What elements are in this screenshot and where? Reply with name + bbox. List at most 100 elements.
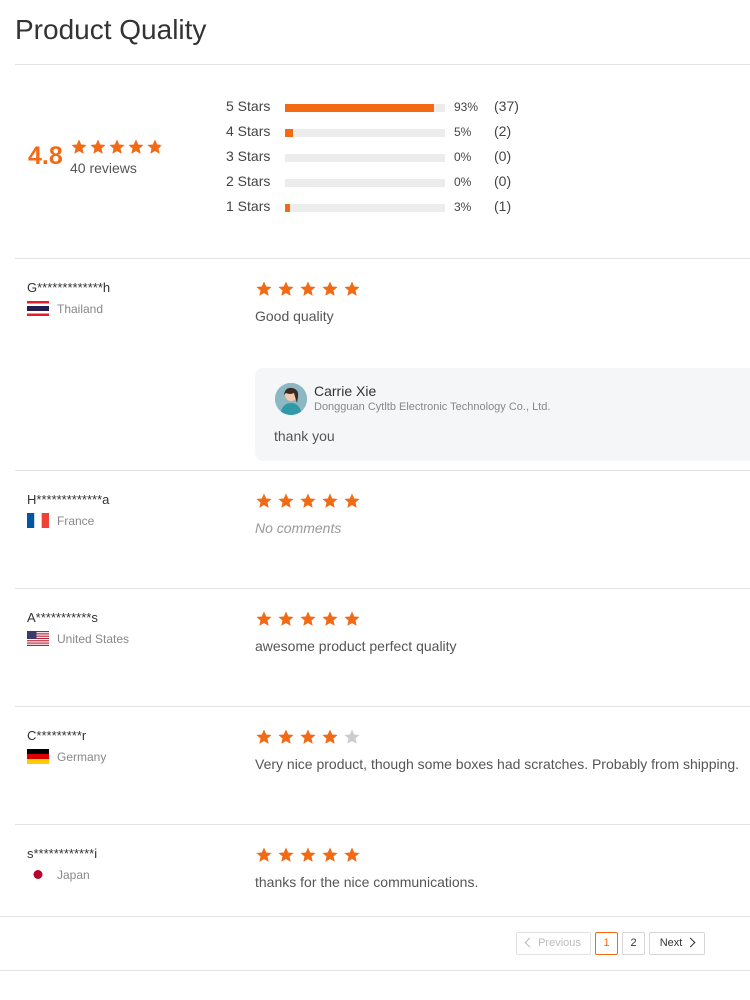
star-icon	[255, 728, 273, 746]
star-icon	[321, 846, 339, 864]
divider	[15, 824, 750, 825]
reviewer-country: Japan	[27, 867, 90, 883]
star-icon	[108, 138, 126, 156]
average-stars	[70, 138, 164, 156]
previous-button[interactable]: Previous	[516, 932, 591, 955]
page-button-2[interactable]: 2	[622, 932, 645, 955]
chevron-left-icon	[524, 937, 535, 948]
reviewer-name: C*********r	[27, 728, 87, 743]
review-stars	[255, 492, 361, 510]
divider	[15, 588, 750, 589]
reply-company: Dongguan Cytltb Electronic Technology Co…	[314, 401, 551, 413]
chevron-right-icon	[685, 937, 696, 948]
star-icon	[299, 492, 317, 510]
france-flag-icon	[27, 513, 49, 529]
breakdown-count: (37)	[494, 98, 519, 114]
next-button[interactable]: Next	[649, 932, 705, 955]
star-icon	[343, 492, 361, 510]
breakdown-label: 5 Stars	[226, 98, 271, 114]
breakdown-label: 1 Stars	[226, 198, 271, 214]
star-icon	[299, 728, 317, 746]
breakdown-bar	[285, 129, 445, 137]
breakdown-count: (1)	[494, 198, 512, 214]
breakdown-bar-fill	[285, 204, 290, 212]
star-icon	[343, 846, 361, 864]
star-icon	[343, 728, 361, 746]
country-name: Thailand	[57, 302, 104, 316]
reviewer-country: Thailand	[27, 301, 104, 317]
breakdown-row-4[interactable]: 4 Stars 5% (2)	[226, 123, 546, 141]
breakdown-bar-fill	[285, 129, 293, 137]
reviewer-name: A***********s	[27, 610, 98, 625]
country-name: Japan	[57, 868, 90, 882]
country-name: France	[57, 514, 95, 528]
star-icon	[299, 846, 317, 864]
reply-author: Carrie Xie	[314, 383, 377, 399]
pagination: Previous 1 2 Next	[0, 932, 750, 956]
star-icon	[321, 280, 339, 298]
thailand-flag-icon	[27, 301, 49, 317]
divider	[15, 706, 750, 707]
star-icon	[89, 138, 107, 156]
breakdown-label: 4 Stars	[226, 123, 271, 139]
country-name: Germany	[57, 750, 107, 764]
review-count: 40 reviews	[70, 160, 137, 176]
star-icon	[277, 846, 295, 864]
breakdown-row-3[interactable]: 3 Stars 0% (0)	[226, 148, 546, 166]
breakdown-percent: 0%	[454, 150, 472, 164]
review-stars	[255, 728, 361, 746]
breakdown-row-1[interactable]: 1 Stars 3% (1)	[226, 198, 546, 216]
reviewer-country: France	[27, 513, 95, 529]
breakdown-count: (2)	[494, 123, 512, 139]
country-name: United States	[57, 632, 130, 646]
star-icon	[255, 280, 273, 298]
star-icon	[255, 846, 273, 864]
reviewer-country: Germany	[27, 749, 107, 765]
star-icon	[321, 492, 339, 510]
review-text: No comments	[255, 520, 342, 536]
breakdown-percent: 93%	[454, 100, 479, 114]
seller-reply: Carrie Xie Dongguan Cytltb Electronic Te…	[255, 368, 750, 461]
breakdown-percent: 3%	[454, 200, 472, 214]
star-icon	[127, 138, 145, 156]
reviewer-country: United States	[27, 631, 130, 647]
reviewer-name: H*************a	[27, 492, 110, 507]
page-title: Product Quality	[15, 14, 207, 45]
breakdown-row-2[interactable]: 2 Stars 0% (0)	[226, 173, 546, 191]
review-stars	[255, 610, 361, 628]
breakdown-count: (0)	[494, 148, 512, 164]
reply-text: thank you	[274, 428, 335, 444]
breakdown-count: (0)	[494, 173, 512, 189]
breakdown-percent: 5%	[454, 125, 472, 139]
star-icon	[299, 610, 317, 628]
next-label: Next	[659, 937, 683, 949]
breakdown-percent: 0%	[454, 175, 472, 189]
star-icon	[277, 610, 295, 628]
star-icon	[70, 138, 88, 156]
review-text: Good quality	[255, 308, 334, 324]
star-icon	[277, 492, 295, 510]
review-text: awesome product perfect quality	[255, 638, 457, 654]
breakdown-bar	[285, 179, 445, 187]
page-button-1[interactable]: 1	[595, 932, 618, 955]
star-icon	[255, 610, 273, 628]
star-icon	[321, 610, 339, 628]
divider	[15, 258, 750, 259]
avatar-icon	[275, 383, 307, 415]
breakdown-row-5[interactable]: 5 Stars 93% (37)	[226, 98, 546, 116]
divider	[15, 470, 750, 471]
usa-flag-icon	[27, 631, 49, 647]
review-stars	[255, 846, 361, 864]
breakdown-label: 3 Stars	[226, 148, 271, 164]
japan-flag-icon	[27, 867, 49, 883]
star-icon	[343, 280, 361, 298]
star-icon	[277, 728, 295, 746]
breakdown-bar	[285, 204, 445, 212]
star-icon	[255, 492, 273, 510]
star-icon	[277, 280, 295, 298]
divider	[0, 970, 750, 971]
review-text: Very nice product, though some boxes had…	[255, 756, 740, 772]
divider	[0, 916, 750, 917]
review-stars	[255, 280, 361, 298]
breakdown-bar	[285, 104, 445, 112]
